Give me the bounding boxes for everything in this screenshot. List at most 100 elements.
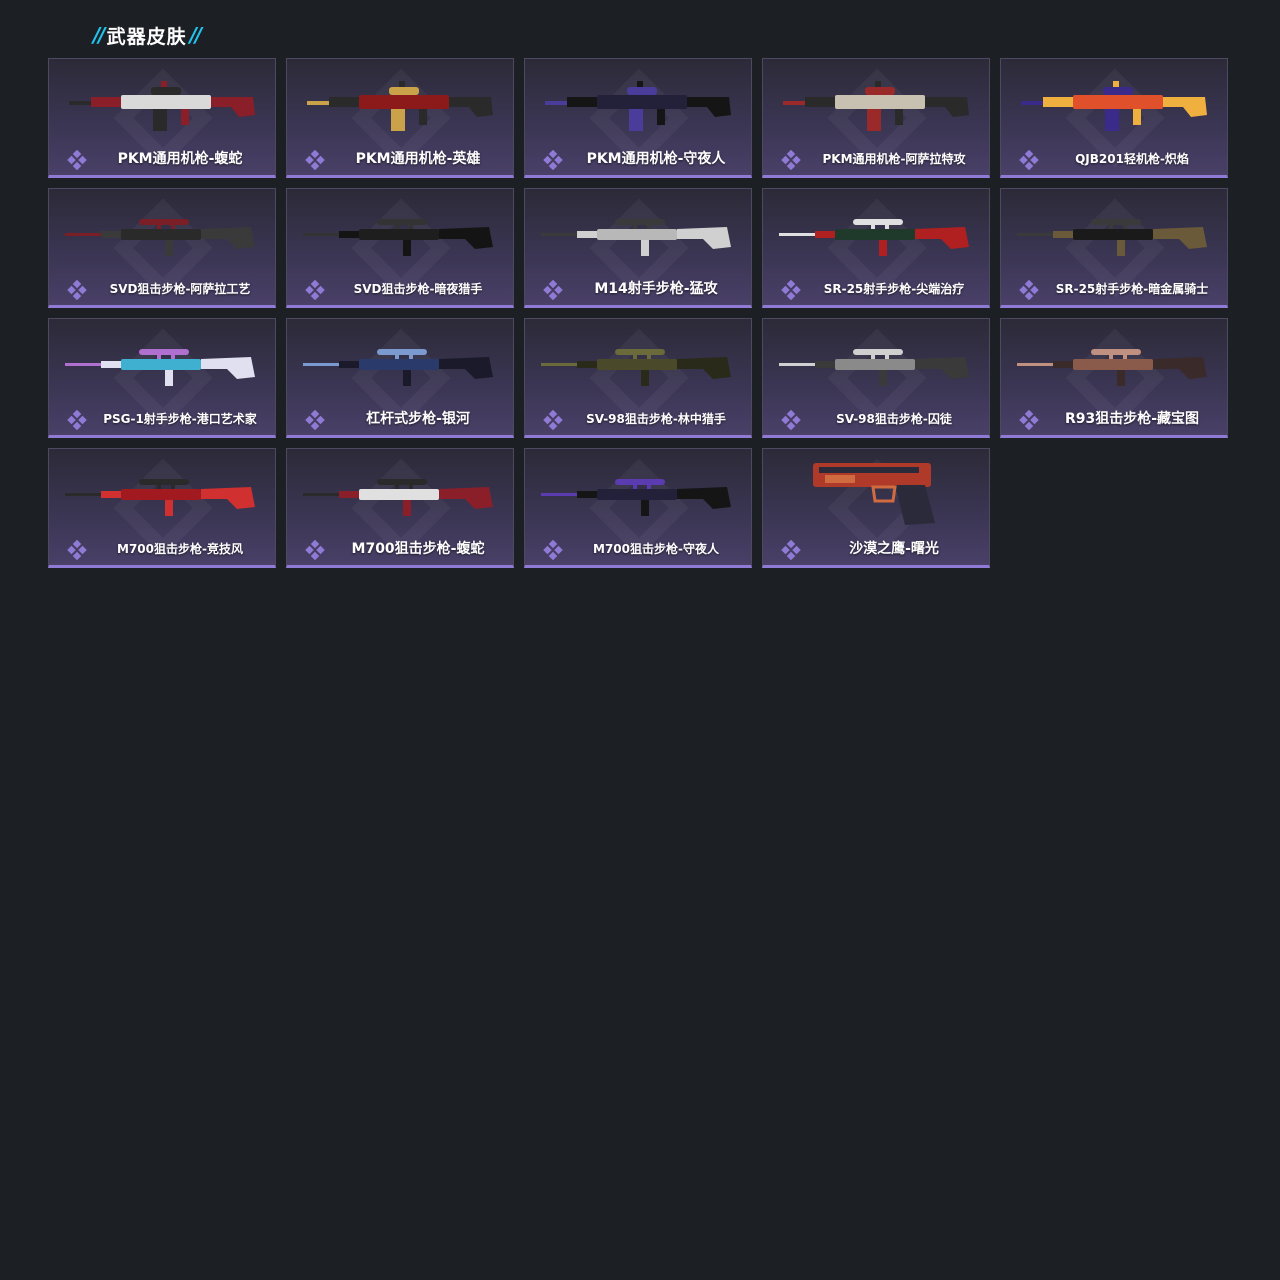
- machine-gun-icon: [69, 81, 255, 131]
- skin-label-row: M700狙击步枪-蝮蛇: [287, 536, 513, 562]
- sniper-rifle-icon: [303, 219, 493, 256]
- skin-name: PSG-1射手步枪-港口艺术家: [103, 412, 257, 426]
- skin-name: PKM通用机枪-英雄: [355, 151, 481, 167]
- rarity-diamond-icon: [781, 280, 801, 300]
- weapon-skin-card[interactable]: SV-98狙击步枪-囚徒: [762, 318, 990, 438]
- marksman-rifle-icon: [65, 349, 255, 386]
- weapon-skin-card[interactable]: SVD狙击步枪-阿萨拉工艺: [48, 188, 276, 308]
- skin-label-row: R93狙击步枪-藏宝图: [1001, 406, 1227, 432]
- skin-name: PKM通用机枪-蝮蛇: [117, 151, 243, 167]
- rarity-diamond-icon: [305, 150, 325, 170]
- weapon-skin-card[interactable]: M700狙击步枪-蝮蛇: [286, 448, 514, 568]
- weapon-skin-card[interactable]: 沙漠之鹰-曙光: [762, 448, 990, 568]
- skin-label-row: PKM通用机枪-守夜人: [525, 146, 751, 172]
- rarity-diamond-icon: [67, 410, 87, 430]
- weapon-skin-card[interactable]: PKM通用机枪-守夜人: [524, 58, 752, 178]
- skin-label-row: SR-25射手步枪-尖端治疗: [763, 276, 989, 302]
- weapon-skin-card[interactable]: R93狙击步枪-藏宝图: [1000, 318, 1228, 438]
- weapon-skin-card[interactable]: SV-98狙击步枪-林中猎手: [524, 318, 752, 438]
- sniper-rifle-icon: [65, 479, 255, 516]
- skin-name: SVD狙击步枪-阿萨拉工艺: [109, 282, 251, 296]
- rarity-diamond-icon: [305, 410, 325, 430]
- section-title: 武器皮肤: [106, 25, 187, 48]
- skin-label-row: SVD狙击步枪-阿萨拉工艺: [49, 276, 275, 302]
- skin-name: SR-25射手步枪-暗金属骑士: [1055, 282, 1209, 296]
- skin-name: PKM通用机枪-阿萨拉特攻: [822, 152, 966, 166]
- sniper-rifle-icon: [541, 349, 731, 386]
- skin-label-row: M700狙击步枪-竞技风: [49, 536, 275, 562]
- weapon-skin-card[interactable]: M700狙击步枪-竞技风: [48, 448, 276, 568]
- skin-label-row: SVD狙击步枪-暗夜猎手: [287, 276, 513, 302]
- skin-name: SR-25射手步枪-尖端治疗: [823, 282, 965, 296]
- skin-name: 杠杆式步枪-银河: [366, 411, 470, 427]
- skin-name: SV-98狙击步枪-囚徒: [836, 412, 952, 426]
- weapon-skin-card[interactable]: PKM通用机枪-蝮蛇: [48, 58, 276, 178]
- sniper-rifle-icon: [779, 349, 969, 386]
- skin-label-row: PKM通用机枪-阿萨拉特攻: [763, 146, 989, 172]
- skin-name: QJB201轻机枪-炽焰: [1075, 152, 1189, 166]
- skin-name: M700狙击步枪-竞技风: [117, 542, 243, 556]
- weapon-skin-card[interactable]: 杠杆式步枪-银河: [286, 318, 514, 438]
- skin-name: M700狙击步枪-蝮蛇: [351, 541, 485, 557]
- machine-gun-icon: [783, 81, 969, 131]
- skin-label-row: QJB201轻机枪-炽焰: [1001, 146, 1227, 172]
- skin-label-row: PKM通用机枪-英雄: [287, 146, 513, 172]
- sniper-rifle-icon: [1017, 349, 1207, 386]
- marksman-rifle-icon: [779, 219, 969, 256]
- skin-label-row: SV-98狙击步枪-林中猎手: [525, 406, 751, 432]
- weapon-skin-card[interactable]: SR-25射手步枪-尖端治疗: [762, 188, 990, 308]
- rarity-diamond-icon: [543, 150, 563, 170]
- weapon-skin-card[interactable]: SVD狙击步枪-暗夜猎手: [286, 188, 514, 308]
- skin-label-row: SR-25射手步枪-暗金属骑士: [1001, 276, 1227, 302]
- slash-decoration-right: //: [189, 23, 203, 47]
- rarity-diamond-icon: [1019, 410, 1039, 430]
- skin-name: SVD狙击步枪-暗夜猎手: [353, 282, 483, 296]
- pistol-icon: [813, 463, 935, 525]
- lever-action-rifle-icon: [303, 349, 493, 386]
- skin-name: PKM通用机枪-守夜人: [586, 151, 726, 167]
- weapon-skin-grid: PKM通用机枪-蝮蛇 PKM通用机枪-英雄 PKM通用机枪-守夜人 PKM通用机…: [48, 58, 1228, 568]
- skin-label-row: M14射手步枪-猛攻: [525, 276, 751, 302]
- machine-gun-icon: [545, 81, 731, 131]
- skin-name: SV-98狙击步枪-林中猎手: [586, 412, 726, 426]
- weapon-skin-card[interactable]: PSG-1射手步枪-港口艺术家: [48, 318, 276, 438]
- rarity-diamond-icon: [67, 540, 87, 560]
- skin-label-row: 杠杆式步枪-银河: [287, 406, 513, 432]
- weapon-skin-card[interactable]: PKM通用机枪-英雄: [286, 58, 514, 178]
- rarity-diamond-icon: [305, 280, 325, 300]
- rarity-diamond-icon: [781, 150, 801, 170]
- slash-decoration-left: //: [93, 23, 106, 47]
- machine-gun-icon: [307, 81, 493, 131]
- rarity-diamond-icon: [543, 410, 563, 430]
- rarity-diamond-icon: [543, 280, 563, 300]
- sniper-rifle-icon: [541, 479, 731, 516]
- sniper-rifle-icon: [303, 479, 493, 516]
- skin-label-row: PSG-1射手步枪-港口艺术家: [49, 406, 275, 432]
- section-header: // 武器皮肤 //: [90, 22, 203, 48]
- skin-name: M700狙击步枪-守夜人: [593, 542, 719, 556]
- skin-label-row: SV-98狙击步枪-囚徒: [763, 406, 989, 432]
- skin-label-row: 沙漠之鹰-曙光: [763, 536, 989, 562]
- skin-name: R93狙击步枪-藏宝图: [1064, 411, 1200, 427]
- weapon-skin-card[interactable]: M14射手步枪-猛攻: [524, 188, 752, 308]
- marksman-rifle-icon: [1017, 219, 1207, 256]
- skin-label-row: M700狙击步枪-守夜人: [525, 536, 751, 562]
- rarity-diamond-icon: [1019, 150, 1039, 170]
- rarity-diamond-icon: [781, 540, 801, 560]
- skin-label-row: PKM通用机枪-蝮蛇: [49, 146, 275, 172]
- weapon-skin-card[interactable]: QJB201轻机枪-炽焰: [1000, 58, 1228, 178]
- rarity-diamond-icon: [67, 150, 87, 170]
- rarity-diamond-icon: [67, 280, 87, 300]
- weapon-skin-card[interactable]: PKM通用机枪-阿萨拉特攻: [762, 58, 990, 178]
- sniper-rifle-icon: [65, 219, 255, 256]
- weapon-skin-card[interactable]: M700狙击步枪-守夜人: [524, 448, 752, 568]
- rarity-diamond-icon: [1019, 280, 1039, 300]
- rarity-diamond-icon: [543, 540, 563, 560]
- light-machine-gun-icon: [1021, 81, 1207, 131]
- skin-name: M14射手步枪-猛攻: [594, 281, 718, 297]
- rarity-diamond-icon: [781, 410, 801, 430]
- rarity-diamond-icon: [305, 540, 325, 560]
- weapon-skin-card[interactable]: SR-25射手步枪-暗金属骑士: [1000, 188, 1228, 308]
- marksman-rifle-icon: [541, 219, 731, 256]
- skin-name: 沙漠之鹰-曙光: [849, 541, 939, 557]
